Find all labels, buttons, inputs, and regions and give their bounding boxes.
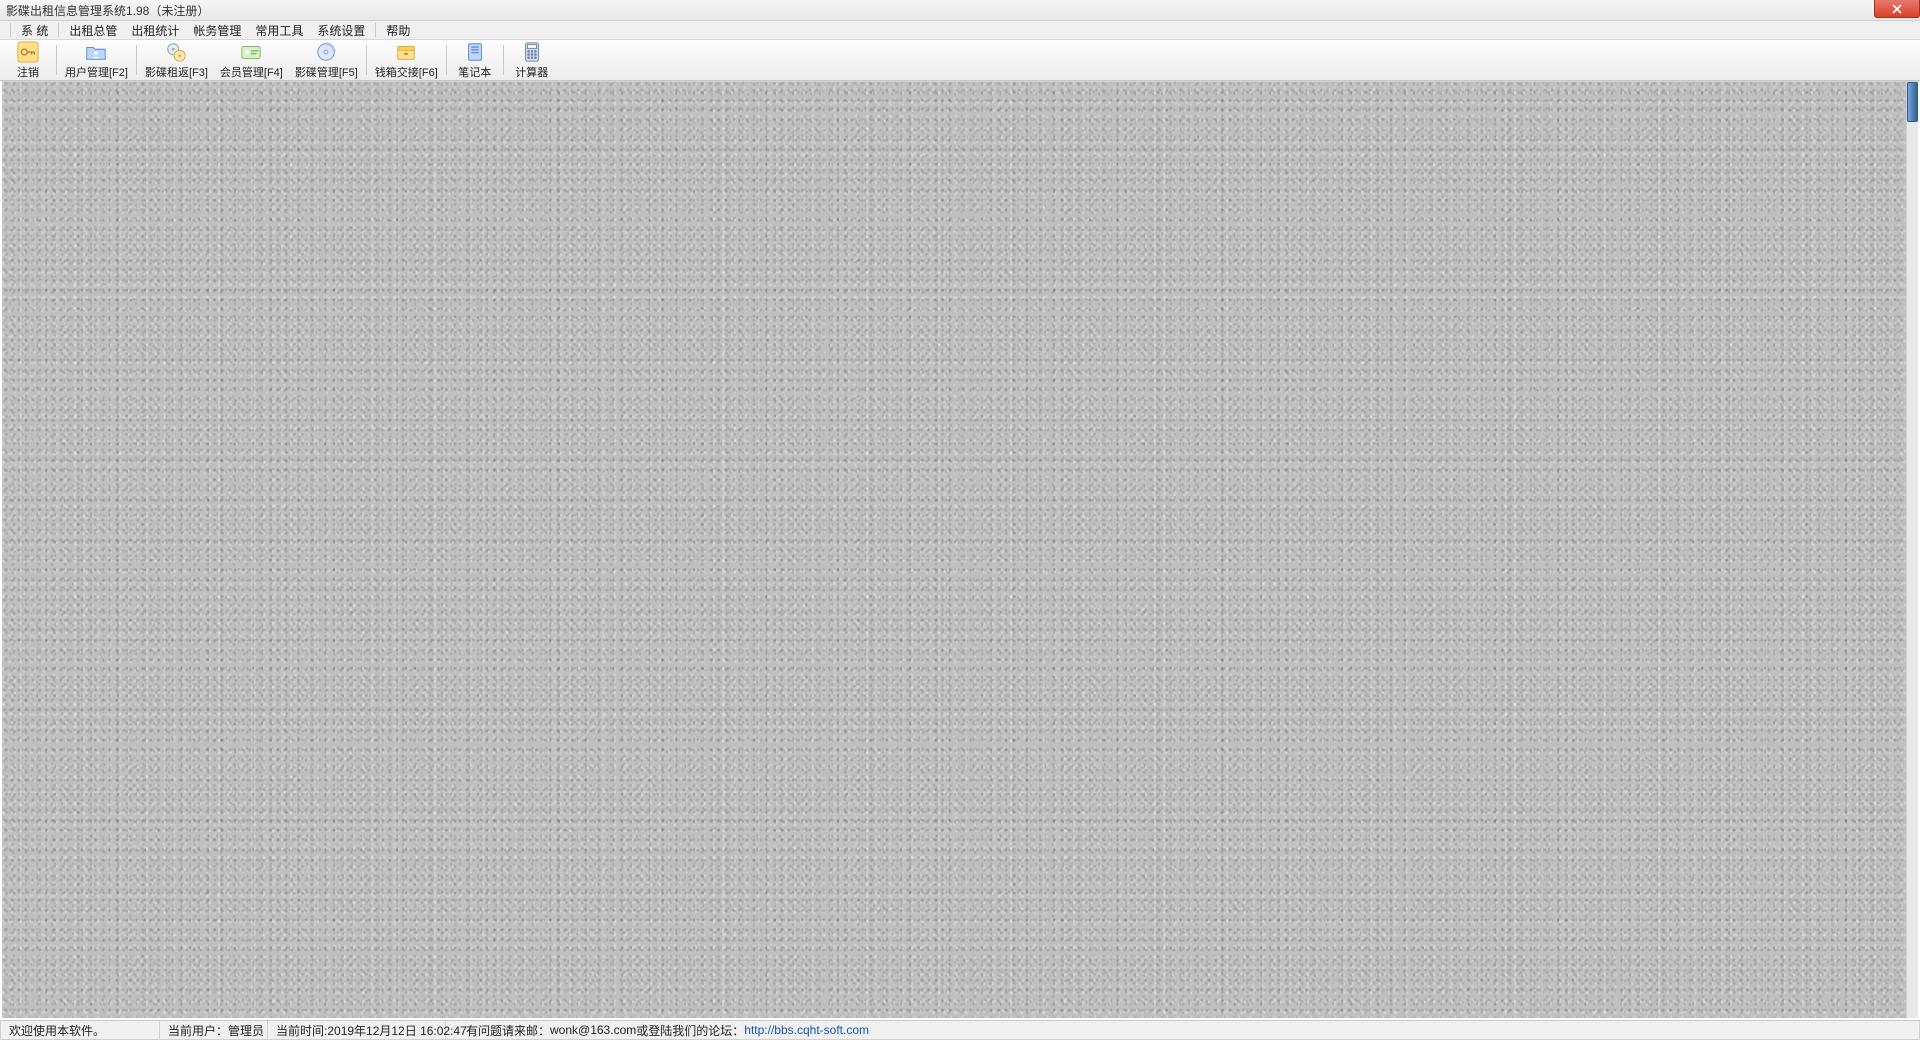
status-time-label: 当前时间:: [276, 1022, 327, 1039]
menu-settings[interactable]: 系统设置: [311, 21, 371, 40]
disc-manage-button[interactable]: 影碟管理[F5]: [289, 41, 364, 79]
key-icon: [17, 41, 39, 63]
notebook-button[interactable]: 笔记本: [449, 41, 501, 79]
menu-rent-stats[interactable]: 出租统计: [125, 21, 185, 40]
status-contact-mid: 或登陆我们的论坛：: [636, 1022, 744, 1039]
window-title: 影碟出租信息管理系统1.98（未注册）: [6, 2, 209, 19]
toolbar-label: 钱箱交接[F6]: [375, 64, 438, 80]
toolbar-label: 用户管理[F2]: [65, 64, 128, 80]
menubar-sep: [375, 23, 376, 37]
status-user: 当前用户：管理员: [160, 1021, 268, 1040]
status-contact: 有问题请来邮： wonk@163.com 或登陆我们的论坛： http://bb…: [446, 1021, 1920, 1040]
folder-user-icon: [85, 41, 107, 63]
toolbar-sep: [503, 45, 504, 75]
disc-manage-icon: [315, 41, 337, 63]
status-welcome-text: 欢迎使用本软件。: [9, 1022, 105, 1039]
toolbar-label: 计算器: [515, 64, 548, 80]
menu-tools[interactable]: 常用工具: [249, 21, 309, 40]
close-button[interactable]: [1874, 0, 1920, 18]
member-manage-button[interactable]: 会员管理[F4]: [214, 41, 289, 79]
toolbar-sep: [446, 45, 447, 75]
content-area: [0, 81, 1920, 1020]
menubar: 系 统 出租总管 出租统计 帐务管理 常用工具 系统设置 帮助: [0, 21, 1920, 40]
menubar-leading-sep: [10, 23, 11, 37]
status-welcome: 欢迎使用本软件。: [0, 1021, 160, 1040]
menu-system[interactable]: 系 统: [15, 21, 54, 40]
toolbar-label: 会员管理[F4]: [220, 64, 283, 80]
calculator-icon: [521, 41, 543, 63]
status-contact-prefix: 有问题请来邮：: [466, 1022, 550, 1039]
status-contact-url[interactable]: http://bbs.cqht-soft.com: [744, 1023, 869, 1037]
window-controls: [1874, 0, 1920, 18]
status-time: 当前时间:2019年12月12日 16:02:47: [268, 1021, 446, 1040]
menu-rent-main[interactable]: 出租总管: [63, 21, 123, 40]
toolbar-sep: [136, 45, 137, 75]
menu-help[interactable]: 帮助: [380, 21, 416, 40]
menubar-sep: [58, 23, 59, 37]
scrollbar-track[interactable]: [1906, 82, 1918, 1018]
status-contact-email: wonk@163.com: [550, 1023, 636, 1037]
toolbar: 注销 用户管理[F2] 影碟租返[F3] 会员管理[F4] 影碟管理[F5] 钱…: [0, 40, 1920, 81]
titlebar: 影碟出租信息管理系统1.98（未注册）: [0, 0, 1920, 21]
toolbar-label: 影碟管理[F5]: [295, 64, 358, 80]
toolbar-label: 影碟租返[F3]: [145, 64, 208, 80]
notebook-icon: [464, 41, 486, 63]
cashbox-icon: [395, 41, 417, 63]
disc-rent-return-button[interactable]: 影碟租返[F3]: [139, 41, 214, 79]
content-background: [2, 82, 1918, 1018]
calculator-button[interactable]: 计算器: [506, 41, 558, 79]
scrollbar-thumb[interactable]: [1907, 82, 1918, 122]
vertical-scrollbar[interactable]: [1906, 82, 1918, 1018]
cashbox-handover-button[interactable]: 钱箱交接[F6]: [369, 41, 444, 79]
toolbar-sep: [56, 45, 57, 75]
toolbar-label: 笔记本: [458, 64, 491, 80]
toolbar-sep: [366, 45, 367, 75]
logout-button[interactable]: 注销: [2, 41, 54, 79]
menu-accounting[interactable]: 帐务管理: [187, 21, 247, 40]
status-user-value: 管理员: [228, 1022, 264, 1039]
close-icon: [1891, 4, 1903, 14]
member-card-icon: [240, 41, 262, 63]
user-manage-button[interactable]: 用户管理[F2]: [59, 41, 134, 79]
toolbar-label: 注销: [17, 64, 39, 80]
disc-swap-icon: [165, 41, 187, 63]
status-user-label: 当前用户：: [168, 1022, 228, 1039]
statusbar: 欢迎使用本软件。 当前用户：管理员 当前时间:2019年12月12日 16:02…: [0, 1020, 1920, 1040]
